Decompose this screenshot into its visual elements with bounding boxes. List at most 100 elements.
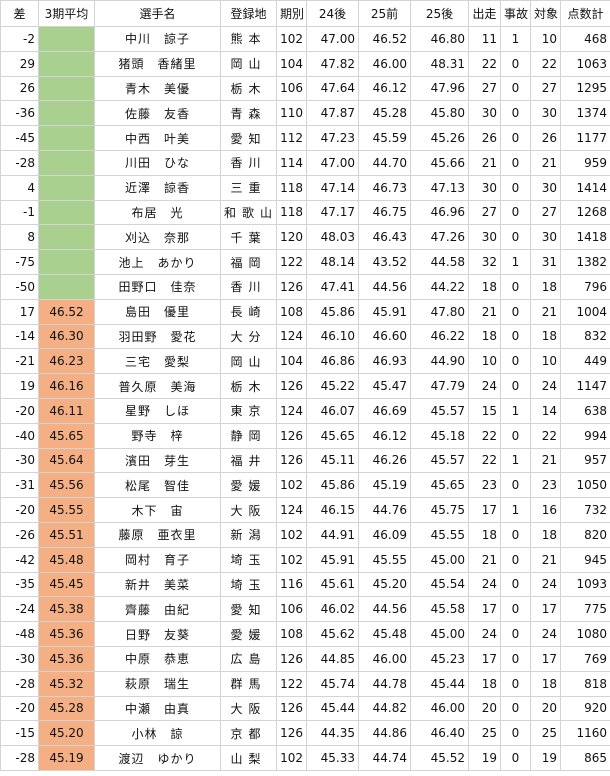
cell-term[interactable]: 102 (276, 26, 307, 52)
cell-registered-region[interactable]: 栃木 (220, 75, 277, 102)
cell-24-latter[interactable]: 48.03 (306, 224, 359, 251)
cell-points-total[interactable]: 820 (560, 521, 610, 548)
cell-25-former[interactable]: 44.70 (358, 149, 411, 176)
cell-25-former[interactable]: 46.12 (358, 422, 411, 449)
cell-24-latter[interactable]: 45.86 (306, 472, 359, 499)
cell-starts[interactable]: 30 (468, 100, 501, 127)
cell-points-total[interactable]: 1080 (560, 621, 610, 647)
header-25-former[interactable]: 25前 (358, 0, 411, 27)
cell-3term-average[interactable] (38, 249, 95, 275)
cell-eligible[interactable]: 18 (530, 521, 561, 548)
cell-25-former[interactable]: 44.82 (358, 695, 411, 722)
cell-term[interactable]: 106 (276, 75, 307, 102)
cell-25-former[interactable]: 44.56 (358, 273, 411, 300)
cell-player-name[interactable]: 羽田野 愛花 (94, 323, 221, 350)
cell-term[interactable]: 102 (276, 472, 307, 499)
cell-25-former[interactable]: 46.93 (358, 348, 411, 375)
cell-24-latter[interactable]: 45.33 (306, 745, 359, 771)
cell-accidents[interactable]: 0 (500, 100, 531, 127)
cell-registered-region[interactable]: 大阪 (220, 497, 277, 523)
cell-24-latter[interactable]: 47.14 (306, 174, 359, 201)
cell-accidents[interactable]: 0 (500, 348, 531, 375)
cell-term[interactable]: 126 (276, 373, 307, 399)
cell-eligible[interactable]: 18 (530, 670, 561, 697)
header-points-total[interactable]: 点数計 (560, 0, 610, 27)
cell-term[interactable]: 108 (276, 621, 307, 647)
cell-term[interactable]: 108 (276, 298, 307, 325)
cell-registered-region[interactable]: 千葉 (220, 224, 277, 251)
cell-player-name[interactable]: 野寺 梓 (94, 422, 221, 449)
cell-3term-average[interactable]: 45.36 (38, 621, 95, 647)
header-term[interactable]: 期別 (276, 0, 307, 27)
cell-player-name[interactable]: 中瀬 由真 (94, 695, 221, 722)
cell-diff[interactable]: -20 (0, 397, 39, 424)
cell-25-latter[interactable]: 45.57 (410, 447, 469, 474)
cell-24-latter[interactable]: 47.00 (306, 149, 359, 176)
cell-3term-average[interactable]: 45.19 (38, 745, 95, 771)
cell-25-latter[interactable]: 45.55 (410, 521, 469, 548)
cell-3term-average[interactable] (38, 26, 95, 52)
cell-accidents[interactable]: 0 (500, 273, 531, 300)
cell-eligible[interactable]: 22 (530, 422, 561, 449)
cell-3term-average[interactable]: 46.30 (38, 323, 95, 350)
cell-accidents[interactable]: 0 (500, 521, 531, 548)
cell-eligible[interactable]: 22 (530, 50, 561, 77)
cell-points-total[interactable]: 957 (560, 447, 610, 474)
cell-25-former[interactable]: 46.60 (358, 323, 411, 350)
cell-25-latter[interactable]: 46.00 (410, 695, 469, 722)
cell-3term-average[interactable]: 45.55 (38, 497, 95, 523)
cell-player-name[interactable]: 星野 しほ (94, 397, 221, 424)
cell-registered-region[interactable]: 福岡 (220, 249, 277, 275)
cell-starts[interactable]: 21 (468, 546, 501, 573)
cell-25-former[interactable]: 46.75 (358, 199, 411, 226)
cell-25-latter[interactable]: 45.80 (410, 100, 469, 127)
cell-25-latter[interactable]: 45.66 (410, 149, 469, 176)
cell-diff[interactable]: 8 (0, 224, 39, 251)
cell-registered-region[interactable]: 岡山 (220, 50, 277, 77)
cell-registered-region[interactable]: 愛知 (220, 596, 277, 623)
cell-diff[interactable]: -28 (0, 670, 39, 697)
cell-eligible[interactable]: 24 (530, 571, 561, 598)
cell-registered-region[interactable]: 埼玉 (220, 546, 277, 573)
cell-24-latter[interactable]: 44.35 (306, 720, 359, 747)
header-3term-average[interactable]: 3期平均 (38, 0, 95, 27)
cell-registered-region[interactable]: 埼玉 (220, 571, 277, 598)
cell-registered-region[interactable]: 広島 (220, 645, 277, 672)
cell-player-name[interactable]: 木下 宙 (94, 497, 221, 523)
cell-25-former[interactable]: 45.20 (358, 571, 411, 598)
cell-diff[interactable]: -30 (0, 645, 39, 672)
cell-points-total[interactable]: 1382 (560, 249, 610, 275)
cell-25-former[interactable]: 46.43 (358, 224, 411, 251)
cell-eligible[interactable]: 26 (530, 125, 561, 151)
cell-25-former[interactable]: 45.47 (358, 373, 411, 399)
cell-player-name[interactable]: 池上 あかり (94, 249, 221, 275)
cell-player-name[interactable]: 濱田 芽生 (94, 447, 221, 474)
cell-starts[interactable]: 23 (468, 472, 501, 499)
cell-term[interactable]: 102 (276, 546, 307, 573)
cell-points-total[interactable]: 775 (560, 596, 610, 623)
cell-eligible[interactable]: 24 (530, 621, 561, 647)
cell-starts[interactable]: 24 (468, 373, 501, 399)
cell-diff[interactable]: -36 (0, 100, 39, 127)
cell-term[interactable]: 126 (276, 447, 307, 474)
cell-25-latter[interactable]: 45.26 (410, 125, 469, 151)
cell-player-name[interactable]: 田野口 佳奈 (94, 273, 221, 300)
header-diff[interactable]: 差 (0, 0, 39, 27)
cell-eligible[interactable]: 21 (530, 149, 561, 176)
cell-diff[interactable]: 19 (0, 373, 39, 399)
cell-24-latter[interactable]: 46.10 (306, 323, 359, 350)
cell-term[interactable]: 126 (276, 273, 307, 300)
cell-player-name[interactable]: 猪頭 香緒里 (94, 50, 221, 77)
cell-3term-average[interactable]: 46.52 (38, 298, 95, 325)
cell-points-total[interactable]: 818 (560, 670, 610, 697)
cell-24-latter[interactable]: 45.11 (306, 447, 359, 474)
cell-diff[interactable]: -48 (0, 621, 39, 647)
cell-25-latter[interactable]: 44.90 (410, 348, 469, 375)
cell-starts[interactable]: 19 (468, 745, 501, 771)
cell-25-former[interactable]: 45.19 (358, 472, 411, 499)
cell-24-latter[interactable]: 46.86 (306, 348, 359, 375)
cell-registered-region[interactable]: 群馬 (220, 670, 277, 697)
cell-accidents[interactable]: 0 (500, 472, 531, 499)
cell-25-latter[interactable]: 45.54 (410, 571, 469, 598)
cell-points-total[interactable]: 959 (560, 149, 610, 176)
